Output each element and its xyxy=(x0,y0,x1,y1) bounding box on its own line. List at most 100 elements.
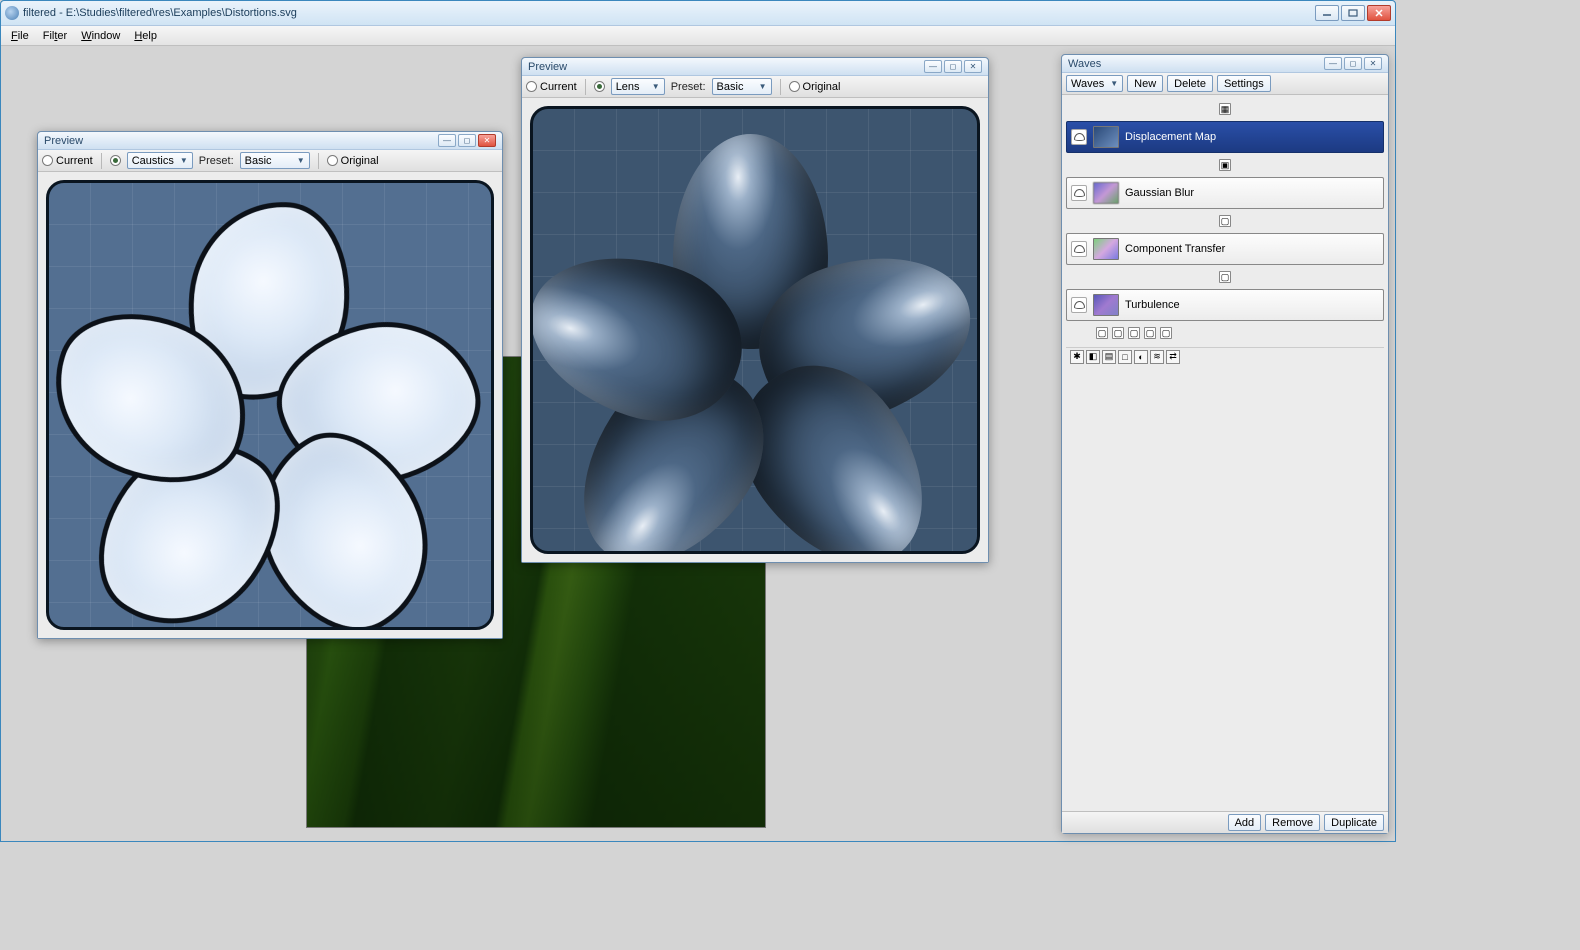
node-component-transfer[interactable]: Component Transfer xyxy=(1066,233,1384,265)
radio-filter[interactable] xyxy=(110,155,121,166)
visibility-toggle-icon[interactable] xyxy=(1071,241,1087,257)
primitive-icon[interactable]: ◐ xyxy=(1134,350,1148,364)
close-icon[interactable]: ✕ xyxy=(1364,57,1382,70)
node-displacement-map[interactable]: Displacement Map xyxy=(1066,121,1384,153)
preset-label: Preset: xyxy=(199,155,234,167)
new-button[interactable]: New xyxy=(1127,75,1163,92)
waves-toolbar: Waves ▼ New Delete Settings xyxy=(1062,73,1388,95)
waves-panel: Waves — ◻ ✕ Waves ▼ New Delete Settings … xyxy=(1061,54,1389,834)
radio-filter[interactable] xyxy=(594,81,605,92)
main-window: filtered - E:\Studies\filtered\res\Examp… xyxy=(0,0,1396,842)
radio-original[interactable]: Original xyxy=(327,155,379,167)
menu-file[interactable]: File xyxy=(5,28,35,44)
preset-dropdown[interactable]: Basic ▼ xyxy=(240,152,310,169)
menu-help[interactable]: Help xyxy=(128,28,163,44)
window-title: filtered - E:\Studies\filtered\res\Examp… xyxy=(23,7,297,19)
preview-titlebar-lens[interactable]: Preview — ◻ ✕ xyxy=(522,58,988,76)
tree-leaf-icon[interactable]: ▢ xyxy=(1128,327,1140,339)
primitive-icon[interactable]: ≋ xyxy=(1150,350,1164,364)
preview-canvas-area xyxy=(522,98,988,562)
visibility-toggle-icon[interactable] xyxy=(1071,129,1087,145)
filter-dropdown[interactable]: Caustics ▼ xyxy=(127,152,193,169)
primitive-icon[interactable]: □ xyxy=(1118,350,1132,364)
tree-leaf-icon[interactable]: ▢ xyxy=(1160,327,1172,339)
dropdown-value: Caustics xyxy=(132,155,174,167)
minimize-button[interactable] xyxy=(1315,5,1339,21)
primitive-icon[interactable]: ⇄ xyxy=(1166,350,1180,364)
node-thumbnail xyxy=(1093,182,1119,204)
node-thumbnail xyxy=(1093,126,1119,148)
preview-image-caustics xyxy=(46,180,494,630)
visibility-toggle-icon[interactable] xyxy=(1071,185,1087,201)
close-icon[interactable]: ✕ xyxy=(964,60,982,73)
preview-toolbar-lens: Current Lens ▼ Preset: Basic ▼ xyxy=(522,76,988,98)
dropdown-value: Lens xyxy=(616,81,640,93)
radio-current[interactable]: Current xyxy=(42,155,93,167)
maximize-icon[interactable]: ◻ xyxy=(944,60,962,73)
radio-icon xyxy=(594,81,605,92)
waves-footer: Add Remove Duplicate xyxy=(1062,811,1388,833)
tree-leaf-icon[interactable]: ▢ xyxy=(1112,327,1124,339)
preview-titlebar-caustics[interactable]: Preview — ◻ ✕ xyxy=(38,132,502,150)
duplicate-button[interactable]: Duplicate xyxy=(1324,814,1384,831)
preset-dropdown[interactable]: Basic ▼ xyxy=(712,78,772,95)
radio-original[interactable]: Original xyxy=(789,81,841,93)
chevron-down-icon: ▼ xyxy=(180,156,188,165)
tree-expand-icon[interactable]: ▢ xyxy=(1219,271,1231,283)
waves-title: Waves xyxy=(1068,58,1101,70)
main-titlebar: filtered - E:\Studies\filtered\res\Examp… xyxy=(1,1,1395,26)
node-gaussian-blur[interactable]: Gaussian Blur xyxy=(1066,177,1384,209)
primitive-icon[interactable]: ▤ xyxy=(1102,350,1116,364)
waves-titlebar[interactable]: Waves — ◻ ✕ xyxy=(1062,55,1388,73)
filter-dropdown[interactable]: Lens ▼ xyxy=(611,78,665,95)
dropdown-value: Basic xyxy=(245,155,272,167)
dropdown-value: Waves xyxy=(1071,78,1104,90)
menu-window[interactable]: Window xyxy=(75,28,126,44)
visibility-toggle-icon[interactable] xyxy=(1071,297,1087,313)
tree-leaf-icon[interactable]: ▢ xyxy=(1096,327,1108,339)
radio-icon xyxy=(526,81,537,92)
radio-label: Original xyxy=(341,155,379,167)
radio-label: Original xyxy=(803,81,841,93)
chevron-down-icon: ▼ xyxy=(759,82,767,91)
tree-node-icon[interactable]: ▦ xyxy=(1219,103,1231,115)
maximize-icon[interactable]: ◻ xyxy=(1344,57,1362,70)
waves-tree: ▦ Displacement Map ▣ Gaussian Blur ▢ Com xyxy=(1062,95,1388,811)
node-turbulence[interactable]: Turbulence xyxy=(1066,289,1384,321)
minimize-icon[interactable]: — xyxy=(924,60,942,73)
tree-expand-icon[interactable]: ▢ xyxy=(1219,215,1231,227)
waves-filter-dropdown[interactable]: Waves ▼ xyxy=(1066,75,1123,92)
preview-panel-caustics: Preview — ◻ ✕ Current Caustics ▼ xyxy=(37,131,503,639)
radio-label: Current xyxy=(56,155,93,167)
radio-current[interactable]: Current xyxy=(526,81,577,93)
maximize-button[interactable] xyxy=(1341,5,1365,21)
tree-leaf-icon[interactable]: ▢ xyxy=(1144,327,1156,339)
tree-expand-icon[interactable]: ▣ xyxy=(1219,159,1231,171)
settings-button[interactable]: Settings xyxy=(1217,75,1271,92)
minimize-icon[interactable]: — xyxy=(438,134,456,147)
preview-title: Preview xyxy=(528,61,567,73)
close-icon[interactable]: ✕ xyxy=(478,134,496,147)
preview-panel-lens: Preview — ◻ ✕ Current Lens ▼ xyxy=(521,57,989,563)
preview-canvas-area xyxy=(38,172,502,638)
node-thumbnail xyxy=(1093,294,1119,316)
minimize-icon[interactable]: — xyxy=(1324,57,1342,70)
menu-filter[interactable]: Filter xyxy=(37,28,73,44)
preview-image-lens xyxy=(530,106,980,554)
remove-button[interactable]: Remove xyxy=(1265,814,1320,831)
workspace: Preview — ◻ ✕ Current Lens ▼ xyxy=(1,46,1395,841)
primitive-icon[interactable]: ◧ xyxy=(1086,350,1100,364)
radio-icon xyxy=(327,155,338,166)
delete-button[interactable]: Delete xyxy=(1167,75,1213,92)
node-label: Turbulence xyxy=(1125,299,1180,311)
maximize-icon[interactable]: ◻ xyxy=(458,134,476,147)
radio-icon xyxy=(789,81,800,92)
chevron-down-icon: ▼ xyxy=(297,156,305,165)
preview-toolbar-caustics: Current Caustics ▼ Preset: Basic ▼ xyxy=(38,150,502,172)
add-button[interactable]: Add xyxy=(1228,814,1262,831)
close-button[interactable] xyxy=(1367,5,1391,21)
menubar: File Filter Window Help xyxy=(1,26,1395,46)
chevron-down-icon: ▼ xyxy=(652,82,660,91)
chevron-down-icon: ▼ xyxy=(1110,79,1118,88)
primitive-icon[interactable]: ✱ xyxy=(1070,350,1084,364)
